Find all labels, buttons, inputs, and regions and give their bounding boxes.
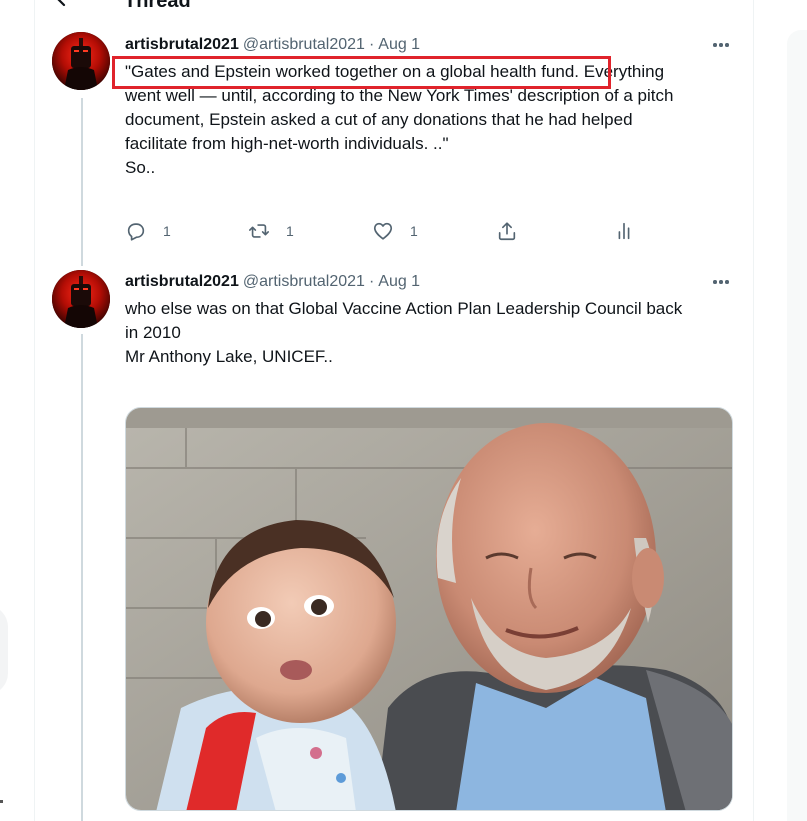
thread-connector xyxy=(81,334,83,821)
tweet-text-line: in 2010 xyxy=(125,323,181,342)
tweet-text-line: who else was on that Global Vaccine Acti… xyxy=(125,299,683,318)
share-button[interactable] xyxy=(496,219,518,243)
sidebar-search-edge xyxy=(787,30,807,821)
author-name[interactable]: artisbrutal2021 xyxy=(125,272,239,292)
reply-count: 1 xyxy=(163,223,171,239)
tweet-action-bar: 1 1 1 xyxy=(125,219,645,243)
author-name[interactable]: artisbrutal2021 xyxy=(125,35,239,55)
more-options-icon[interactable] xyxy=(710,35,732,55)
tweet-text-line: document, Epstein asked a cut of any don… xyxy=(125,110,633,129)
tweet-text: who else was on that Global Vaccine Acti… xyxy=(125,297,735,369)
left-navigation-edge xyxy=(0,0,34,821)
reply-icon xyxy=(127,223,145,241)
red-highlight-box xyxy=(112,56,611,89)
author-handle[interactable]: @artisbrutal2021 xyxy=(243,35,365,55)
heart-icon xyxy=(373,222,393,240)
tweet-photo[interactable] xyxy=(125,407,733,811)
tweet-header: artisbrutal2021 @artisbrutal2021 · Aug 1 xyxy=(125,272,420,292)
analytics-icon xyxy=(618,222,630,240)
back-arrow-icon[interactable] xyxy=(52,0,72,8)
tweet-header: artisbrutal2021 @artisbrutal2021 · Aug 1 xyxy=(125,35,420,55)
thread-connector xyxy=(81,98,83,266)
retweet-icon xyxy=(249,224,269,238)
tweet-text-line: Mr Anthony Lake, UNICEF.. xyxy=(125,347,333,366)
analytics-button[interactable] xyxy=(613,219,635,243)
share-icon xyxy=(498,222,516,241)
retweet-button[interactable]: 1 xyxy=(248,219,294,243)
author-handle[interactable]: @artisbrutal2021 xyxy=(243,272,365,292)
retweet-count: 1 xyxy=(286,223,294,239)
tweet-text-line: facilitate from high-net-worth individua… xyxy=(125,134,449,153)
tweet-timestamp[interactable]: Aug 1 xyxy=(378,272,420,292)
avatar[interactable] xyxy=(52,32,110,90)
left-edge-mark xyxy=(0,800,3,803)
timeline-border-right xyxy=(753,0,754,821)
page-title: Thread xyxy=(124,0,191,12)
reply-button[interactable]: 1 xyxy=(125,219,171,243)
like-count: 1 xyxy=(410,223,418,239)
separator: · xyxy=(368,273,375,290)
tweet-text-line: So.. xyxy=(125,158,156,177)
avatar[interactable] xyxy=(52,270,110,328)
like-button[interactable]: 1 xyxy=(372,219,418,243)
tweet-timestamp[interactable]: Aug 1 xyxy=(378,35,420,55)
separator: · xyxy=(368,36,375,53)
more-options-icon[interactable] xyxy=(710,272,732,292)
photo-man-holding-baby xyxy=(126,408,732,810)
timeline-border-left xyxy=(34,0,35,821)
